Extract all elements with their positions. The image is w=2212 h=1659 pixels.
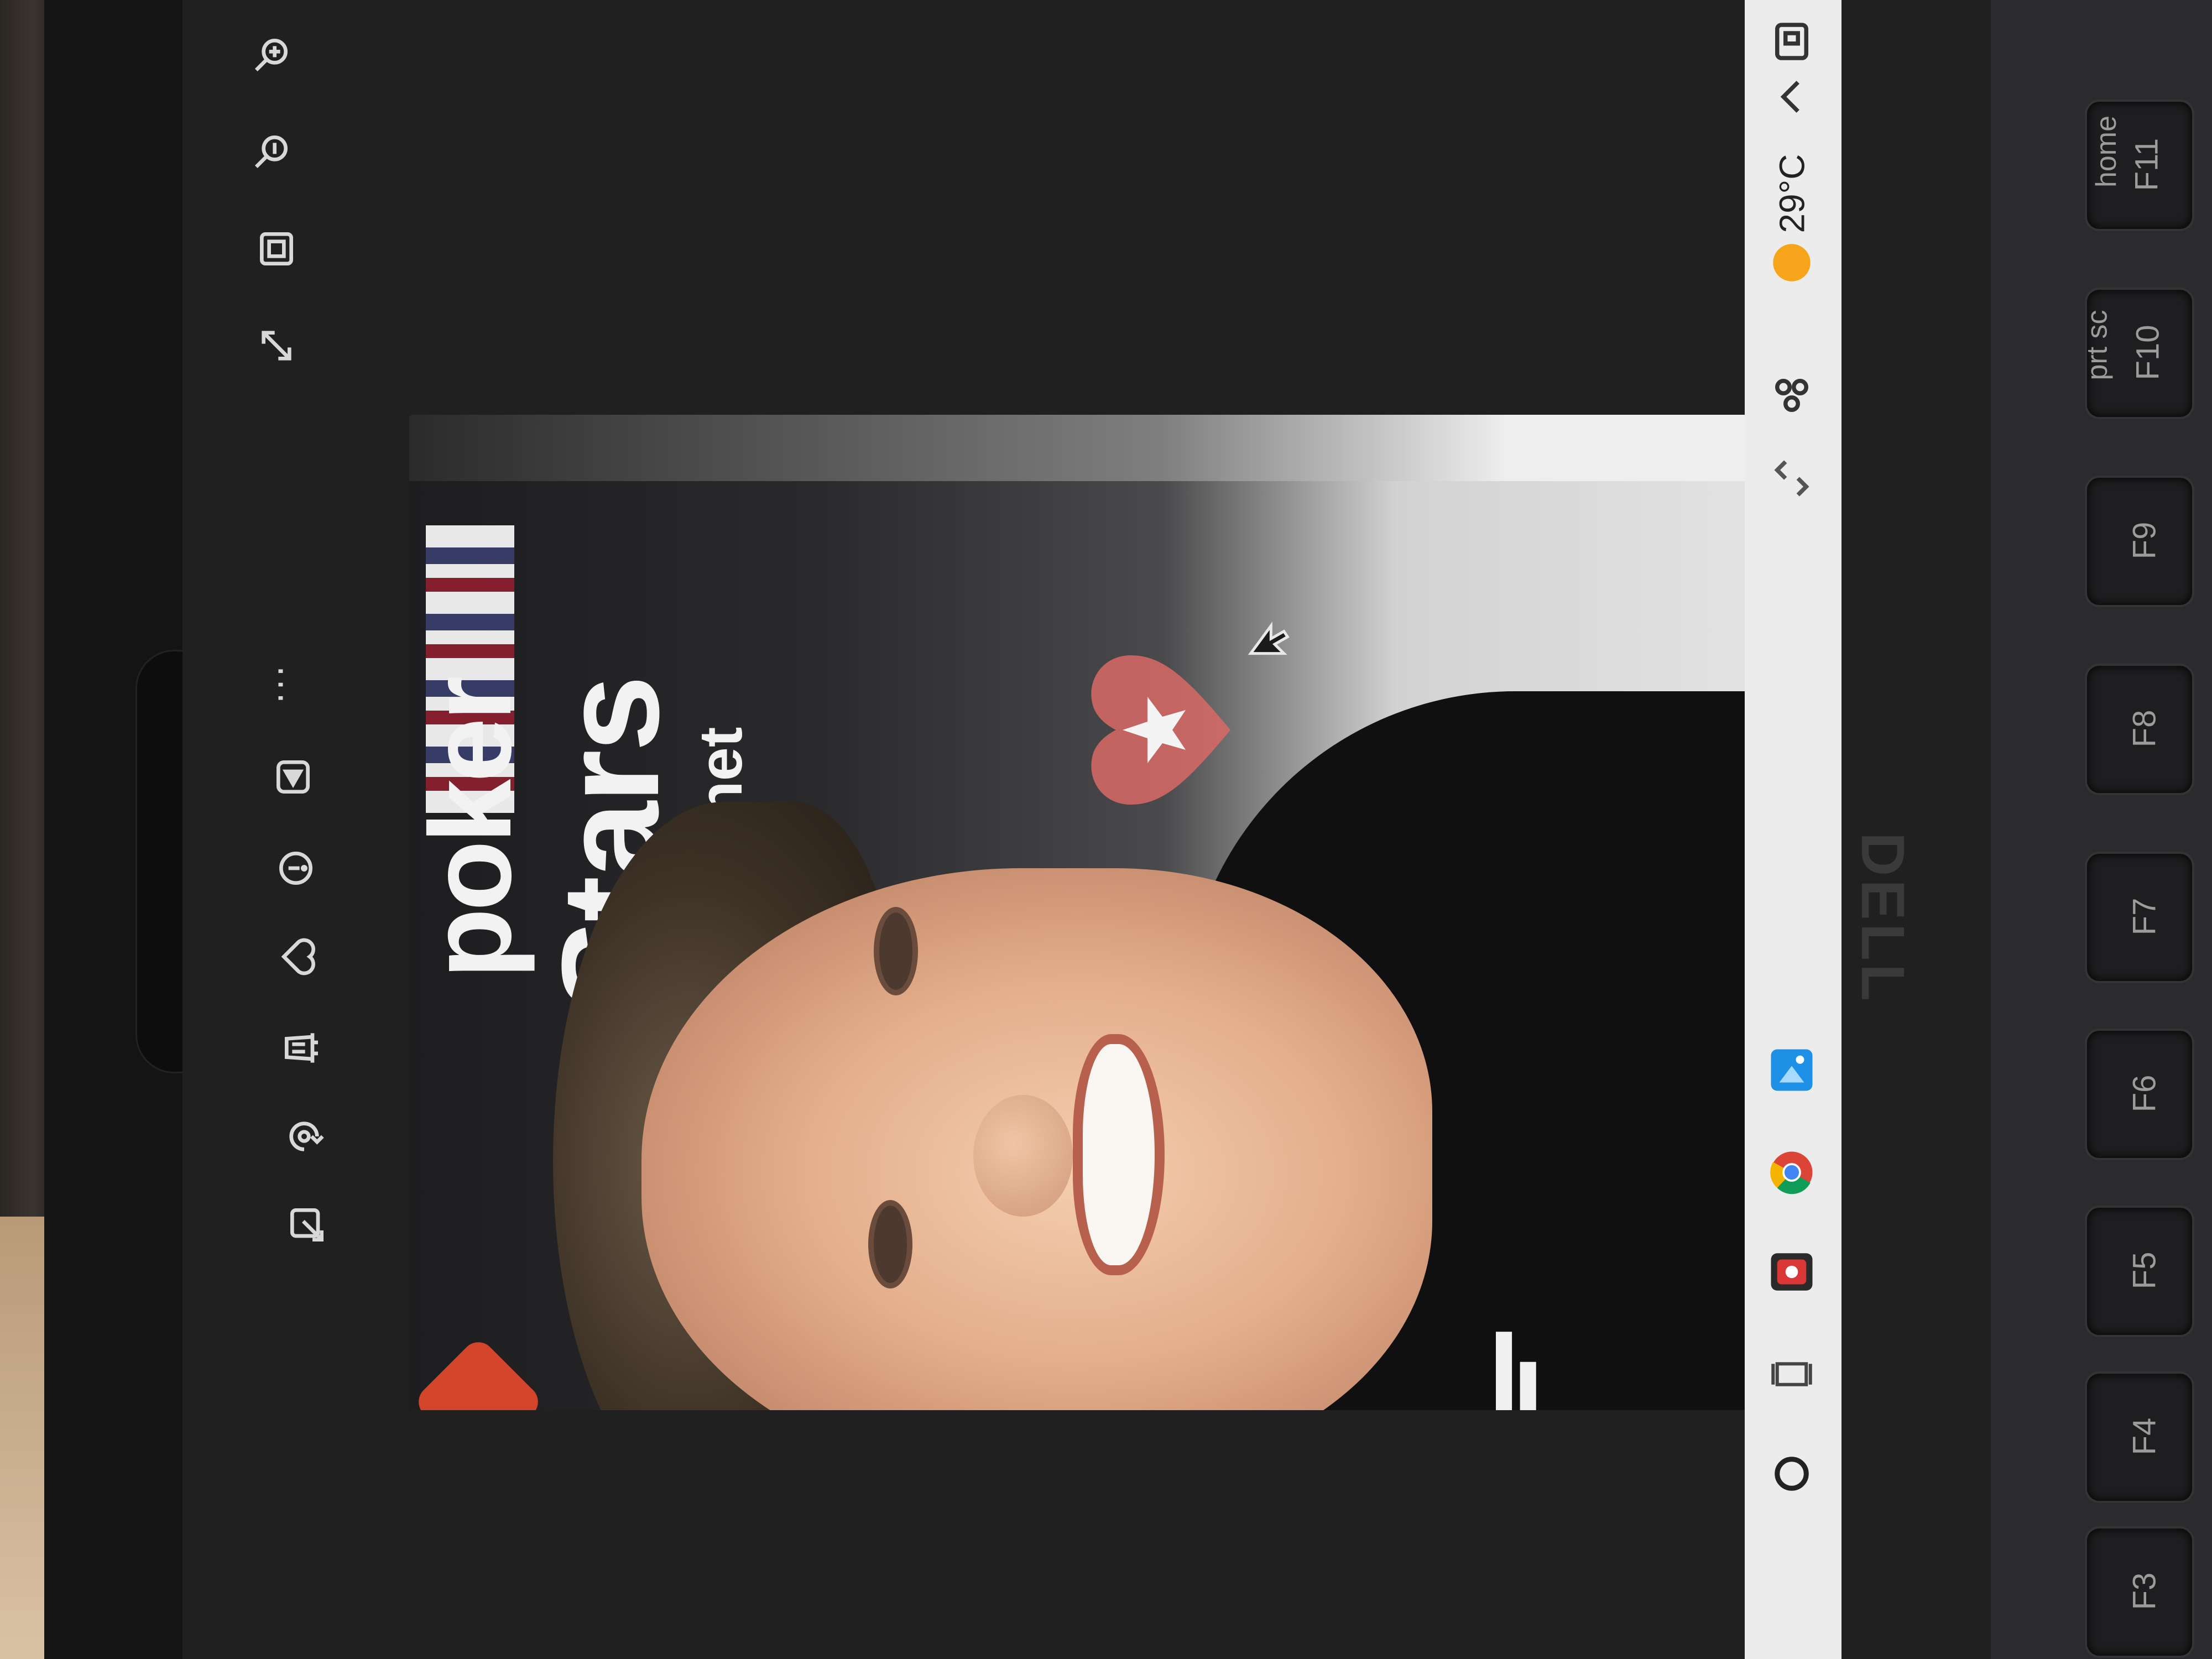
key-f3[interactable]: F3 xyxy=(2085,1526,2194,1658)
key-f7[interactable]: F7 xyxy=(2085,852,2194,983)
key-f10-main: F10 xyxy=(2130,325,2166,380)
key-f9[interactable]: F9 xyxy=(2085,476,2194,607)
pokerstars-spade-star-icon xyxy=(1091,655,1230,805)
temperature-text: 29°C xyxy=(1772,154,1812,233)
windows-taskbar: 29°C xyxy=(1745,0,1841,1659)
key-f11[interactable]: home F11 xyxy=(2085,100,2194,231)
key-f11-sub: home xyxy=(2090,115,2123,188)
mouse-cursor xyxy=(1248,622,1290,655)
key-f7-main: F7 xyxy=(2126,898,2163,936)
zoom-in-icon[interactable] xyxy=(238,22,304,88)
chevron-up-icon[interactable] xyxy=(1756,61,1828,133)
search-circle-icon[interactable] xyxy=(1756,1438,1828,1510)
more-icon[interactable]: ... xyxy=(257,653,324,719)
camera-app-icon[interactable] xyxy=(1756,1236,1828,1308)
key-f6[interactable]: F6 xyxy=(2085,1029,2194,1160)
nav-arrows-icon[interactable] xyxy=(1756,442,1828,514)
temperature-readout[interactable]: 29°C xyxy=(1756,149,1828,238)
logo-word-poker: poker xyxy=(409,679,535,979)
key-f10-sub: prt sc xyxy=(2081,310,2114,380)
photo-eye-right xyxy=(868,1200,912,1288)
favorite-icon[interactable] xyxy=(265,924,332,990)
key-f5-main: F5 xyxy=(2126,1251,2163,1290)
actual-size-icon[interactable] xyxy=(243,216,310,282)
more-label: ... xyxy=(270,665,311,706)
fullscreen-icon[interactable] xyxy=(243,312,310,379)
key-f4-main: F4 xyxy=(2126,1417,2163,1455)
photo-nose xyxy=(973,1095,1073,1217)
chrome-icon[interactable] xyxy=(1756,1136,1828,1208)
key-f8-main: F8 xyxy=(2126,709,2163,748)
key-f6-main: F6 xyxy=(2126,1074,2163,1113)
edit-icon[interactable] xyxy=(274,1192,340,1258)
key-f5[interactable]: F5 xyxy=(2085,1206,2194,1337)
key-f9-main: F9 xyxy=(2126,521,2163,560)
delete-icon[interactable] xyxy=(268,1015,335,1081)
photo-red-logo-corner xyxy=(411,1335,545,1410)
key-f10[interactable]: prt sc F10 xyxy=(2081,288,2194,419)
widgets-icon[interactable] xyxy=(1756,359,1828,431)
key-f4[interactable]: F4 xyxy=(2085,1371,2194,1503)
key-f3-main: F3 xyxy=(2126,1572,2163,1610)
zoom-out-icon[interactable] xyxy=(238,119,304,185)
laptop-screen: ... poker Stars .net 29°C xyxy=(182,0,1991,1659)
rotate-icon[interactable] xyxy=(271,1103,337,1170)
key-f11-main: F11 xyxy=(2128,138,2165,191)
task-view-icon[interactable] xyxy=(1756,1338,1828,1410)
add-to-album-icon[interactable] xyxy=(260,744,326,810)
photo-caption-fragment xyxy=(1496,1332,1536,1410)
photo-smile xyxy=(1073,1034,1165,1275)
displayed-photo: poker Stars .net xyxy=(409,415,1781,1410)
photos-app-icon[interactable] xyxy=(1756,1034,1828,1106)
dell-logo-text: DELL xyxy=(1849,832,1917,1004)
photo-eye-left xyxy=(874,907,918,995)
key-f8[interactable]: F8 xyxy=(2085,664,2194,795)
dell-logo: DELL xyxy=(1849,813,1917,1023)
info-icon[interactable] xyxy=(263,835,329,901)
weather-sun-icon[interactable] xyxy=(1756,227,1828,299)
